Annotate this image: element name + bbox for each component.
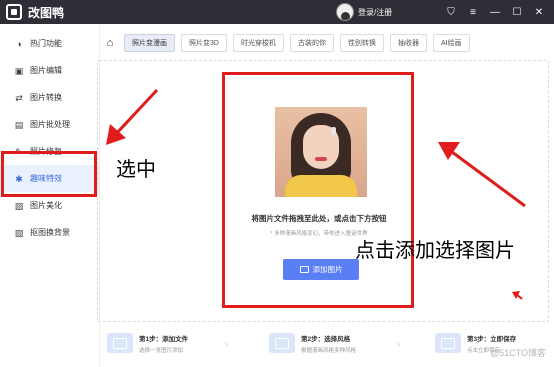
tab-ai-painting[interactable]: AI绘画 — [432, 34, 470, 52]
tab-extractor[interactable]: 抽收器 — [389, 34, 427, 52]
step-style-icon — [269, 333, 295, 353]
watermark: @51CTO博客 — [490, 348, 546, 358]
steps-bar: 第1步：添加文件 选择一张图片添加 › 第2步：选择风格 根据漫画风格多种风格 … — [107, 333, 547, 363]
add-image-label: 添加图片 — [312, 265, 343, 274]
avatar[interactable] — [336, 3, 354, 21]
tab-photo-to-3d[interactable]: 照片变3D — [181, 34, 227, 52]
menu-icon[interactable]: ≡ — [462, 0, 484, 24]
step-title: 第1步：添加文件 — [139, 336, 189, 343]
sidebar-item-label: 热门功能 — [30, 39, 62, 48]
tab-photo-to-comic[interactable]: 照片变漫画 — [124, 34, 175, 52]
cutout-icon: ▧ — [14, 227, 24, 238]
chevron-right-icon: › — [397, 339, 400, 349]
image-edit-icon: ▣ — [14, 65, 24, 76]
sidebar-item-cutout[interactable]: ▧ 抠图换背景 — [0, 219, 99, 246]
step-1: 第1步：添加文件 选择一张图片添加 — [107, 333, 188, 354]
sidebar-item-label: 图片编辑 — [30, 66, 62, 75]
sidebar-item-label: 图片美化 — [30, 201, 62, 210]
step-save-icon — [435, 333, 461, 353]
title-bar: 改图鸭 登录/注册 ⛉ ≡ — ☐ ✕ — [0, 0, 554, 24]
sidebar-item-hot[interactable]: ◑ 热门功能 — [0, 30, 99, 57]
sidebar-item-image-convert[interactable]: ⇄ 图片转换 — [0, 84, 99, 111]
app-title: 改图鸭 — [28, 5, 65, 20]
chevron-right-icon: › — [225, 339, 228, 349]
step-title: 第2步：选择风格 — [301, 336, 351, 343]
sidebar-item-label: 图片批处理 — [30, 120, 70, 129]
image-convert-icon: ⇄ — [15, 92, 23, 103]
sidebar-item-label: 图片转换 — [30, 93, 62, 102]
close-icon[interactable]: ✕ — [528, 0, 550, 24]
sample-portrait-image — [275, 107, 367, 197]
sidebar-item-batch[interactable]: ▤ 图片批处理 — [0, 111, 99, 138]
user-login[interactable]: 登录/注册 — [336, 3, 392, 21]
tab-ancient-costume[interactable]: 古装的你 — [289, 34, 334, 52]
app-logo-icon — [6, 4, 22, 20]
beautify-icon: ▨ — [14, 200, 24, 211]
skin-icon[interactable]: ⛉ — [440, 0, 462, 24]
drop-instruction: 将图片文件拖拽至此处，或点击下方按钮 — [251, 214, 387, 223]
home-icon[interactable]: ⌂ — [100, 33, 120, 53]
login-register-link[interactable]: 登录/注册 — [358, 7, 392, 18]
sidebar-highlight-box — [1, 151, 97, 197]
minimize-icon[interactable]: — — [484, 0, 506, 24]
step-desc: 选择一张图片添加 — [139, 348, 184, 354]
step-desc: 根据漫画风格多种风格 — [301, 348, 357, 354]
step-image-icon — [107, 333, 133, 353]
tab-time-machine[interactable]: 时光穿梭机 — [232, 34, 284, 52]
batch-icon: ▤ — [14, 119, 24, 130]
window-controls: ⛉ ≡ — ☐ ✕ — [440, 0, 550, 24]
step-title: 第3步：立即保存 — [467, 336, 517, 343]
annotation-add-label: 点击添加选择图片 — [355, 238, 515, 262]
hot-icon: ◑ — [16, 38, 22, 49]
maximize-icon[interactable]: ☐ — [506, 0, 528, 24]
add-image-button[interactable]: 添加图片 — [283, 259, 359, 280]
image-icon — [299, 266, 309, 273]
feature-tabs: ⌂ 照片变漫画 照片变3D 时光穿梭机 古装的你 性别转换 抽收器 AI绘画 — [100, 32, 476, 54]
annotation-select-label: 选中 — [116, 157, 156, 181]
tab-gender-swap[interactable]: 性别转换 — [339, 34, 384, 52]
sidebar-item-label: 抠图换背景 — [30, 228, 70, 237]
step-2: 第2步：选择风格 根据漫画风格多种风格 — [269, 333, 356, 354]
sidebar-item-image-edit[interactable]: ▣ 图片编辑 — [0, 57, 99, 84]
